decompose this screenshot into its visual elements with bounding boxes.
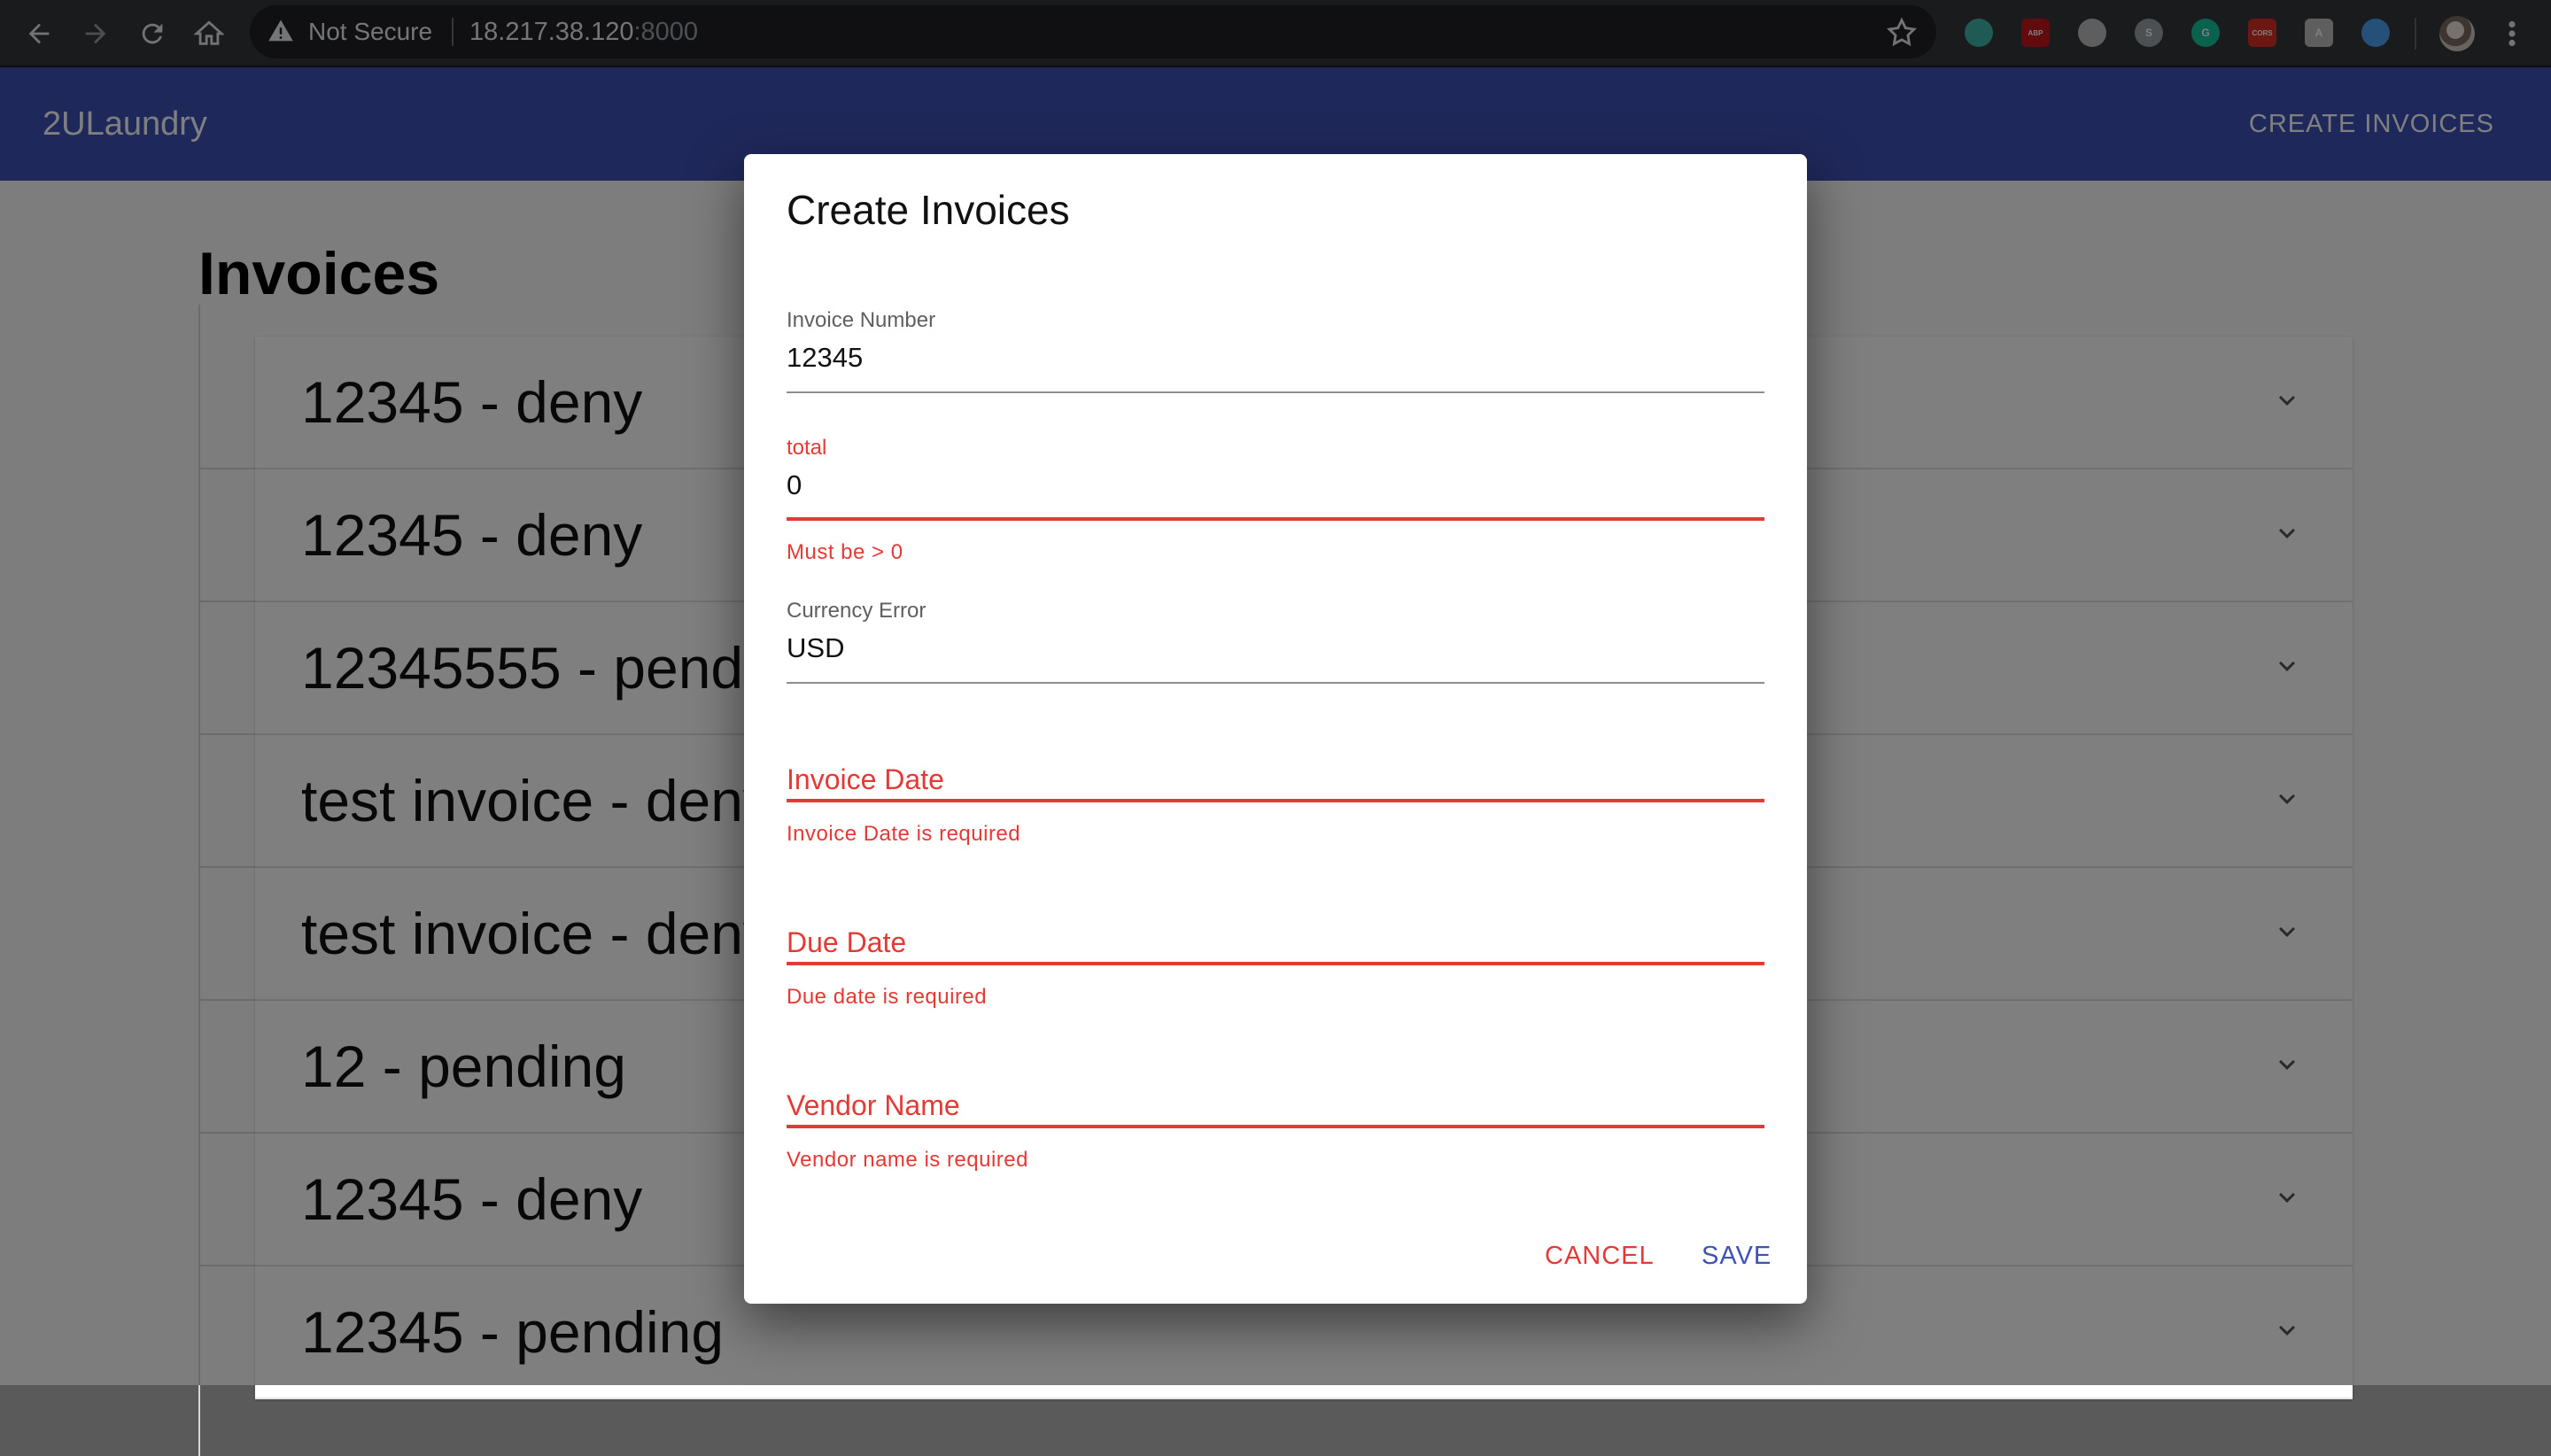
vendor-name-error-text: Vendor name is required [787,1148,1028,1172]
vendor-name-underline [787,1125,1764,1128]
create-invoice-dialog: Create Invoices Invoice Number 12345 tot… [744,154,1807,1304]
total-underline [787,517,1764,521]
invoice-date-error-text: Invoice Date is required [787,822,1021,846]
invoice-number-label: Invoice Number [787,308,936,332]
invoice-date-input[interactable]: Invoice Date [787,763,944,796]
due-date-input[interactable]: Due Date [787,926,906,959]
currency-input[interactable]: USD [787,632,844,664]
invoice-date-field[interactable]: Invoice Date Invoice Date is required [787,763,1764,852]
total-label: total [787,436,827,460]
total-input[interactable]: 0 [787,469,802,501]
vendor-name-input[interactable]: Vendor Name [787,1089,960,1122]
due-date-underline [787,962,1764,965]
save-button[interactable]: SAVE [1702,1242,1772,1271]
invoice-number-input[interactable]: 12345 [787,342,863,374]
total-field[interactable]: total 0 Must be > 0 [787,436,1764,564]
due-date-field[interactable]: Due Date Due date is required [787,926,1764,1015]
invoice-date-underline [787,799,1764,802]
vendor-name-field[interactable]: Vendor Name Vendor name is required [787,1089,1764,1178]
due-date-error-text: Due date is required [787,985,988,1009]
invoice-number-underline [787,391,1764,393]
total-error-text: Must be > 0 [787,540,903,564]
currency-field[interactable]: Currency Error USD [787,599,1764,687]
dialog-title: Create Invoices [787,187,1070,233]
invoice-number-field[interactable]: Invoice Number 12345 [787,308,1764,397]
currency-label: Currency Error [787,599,927,623]
currency-underline [787,682,1764,684]
cancel-button[interactable]: CANCEL [1545,1242,1655,1271]
